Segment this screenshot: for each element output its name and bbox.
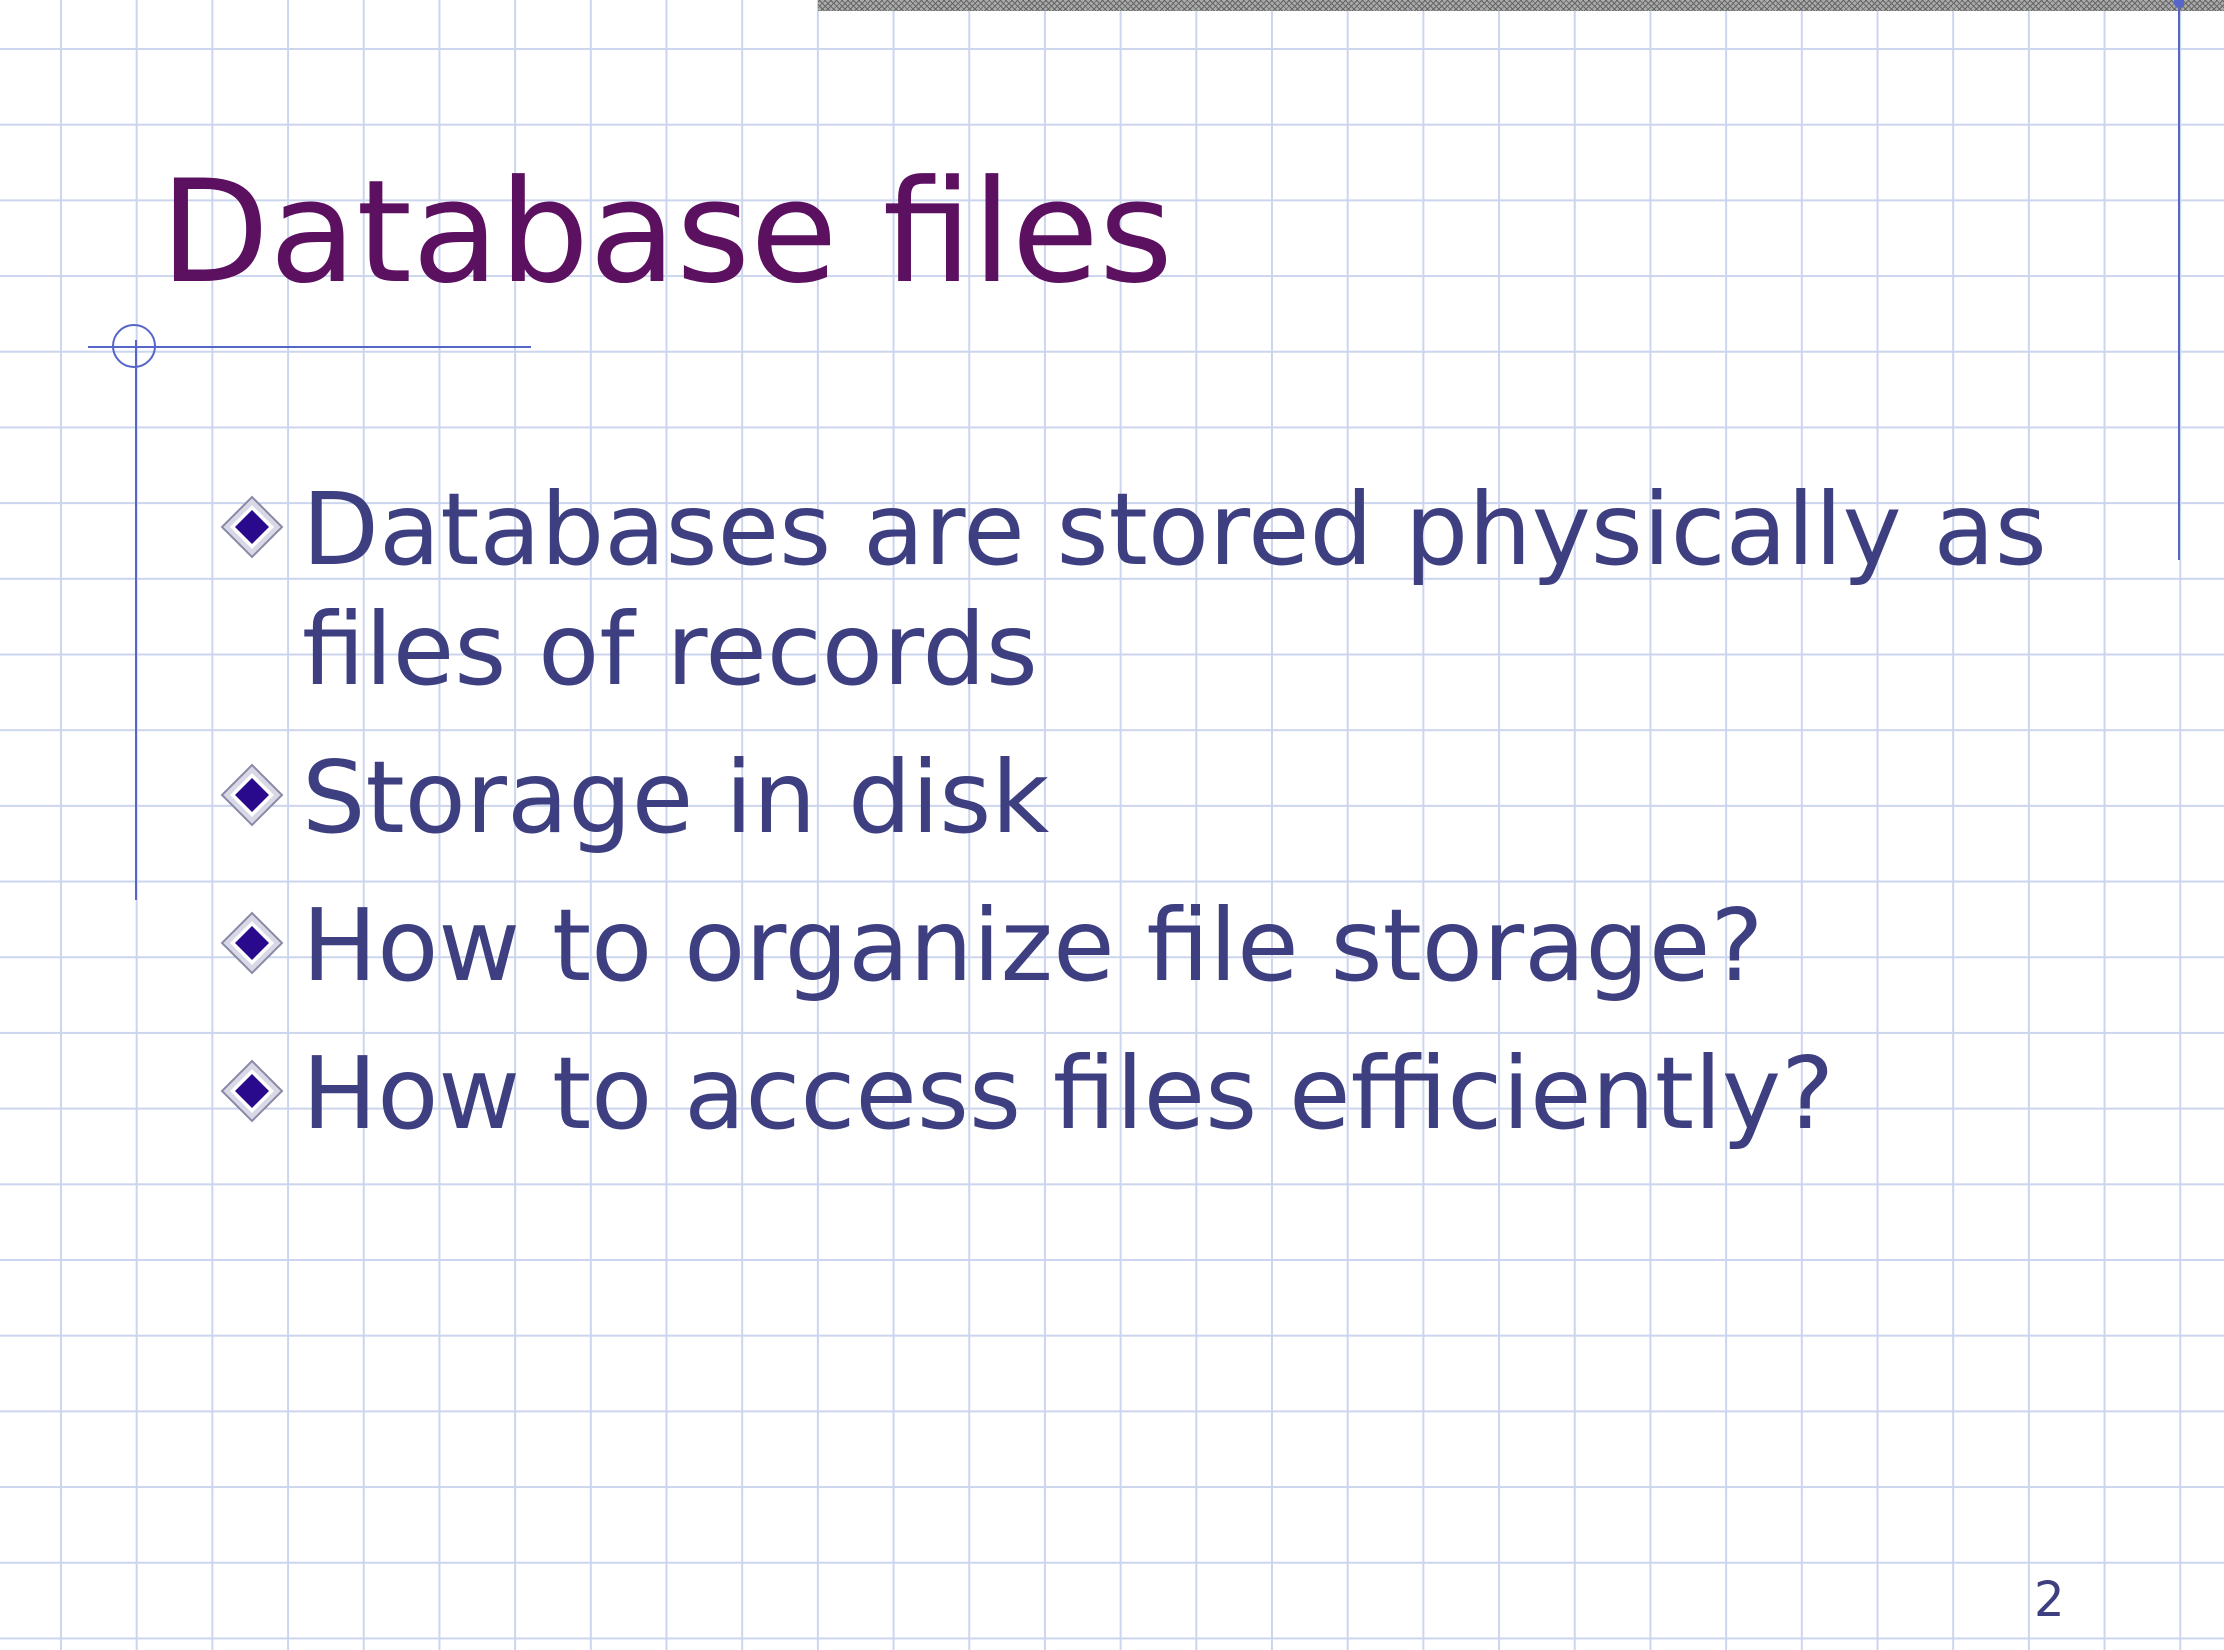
right-vertical-rule — [2178, 0, 2180, 560]
bullet-text: Databases are stored physically as files… — [302, 471, 2047, 708]
bullet-item: Storage in disk — [212, 738, 2132, 858]
diamond-bullet-icon — [220, 495, 284, 559]
bullet-text: How to organize file storage? — [302, 887, 1764, 1004]
left-vertical-rule — [135, 340, 137, 900]
bullet-text: How to access files efficiently? — [302, 1035, 1835, 1152]
slide-title: Database files — [160, 150, 1173, 315]
top-hatch-bar — [818, 0, 2224, 11]
diamond-bullet-icon — [220, 763, 284, 827]
bullet-list: Databases are stored physically as files… — [212, 470, 2132, 1182]
page-number: 2 — [2034, 1572, 2065, 1628]
bullet-item: Databases are stored physically as files… — [212, 470, 2132, 710]
diamond-bullet-icon — [220, 911, 284, 975]
slide: Database files Databases are stored phys… — [0, 0, 2224, 1650]
bullet-item: How to access files efficiently? — [212, 1034, 2132, 1154]
title-ornament-circle — [112, 324, 156, 368]
diamond-bullet-icon — [220, 1059, 284, 1123]
bullet-item: How to organize file storage? — [212, 886, 2132, 1006]
bullet-text: Storage in disk — [302, 739, 1050, 856]
